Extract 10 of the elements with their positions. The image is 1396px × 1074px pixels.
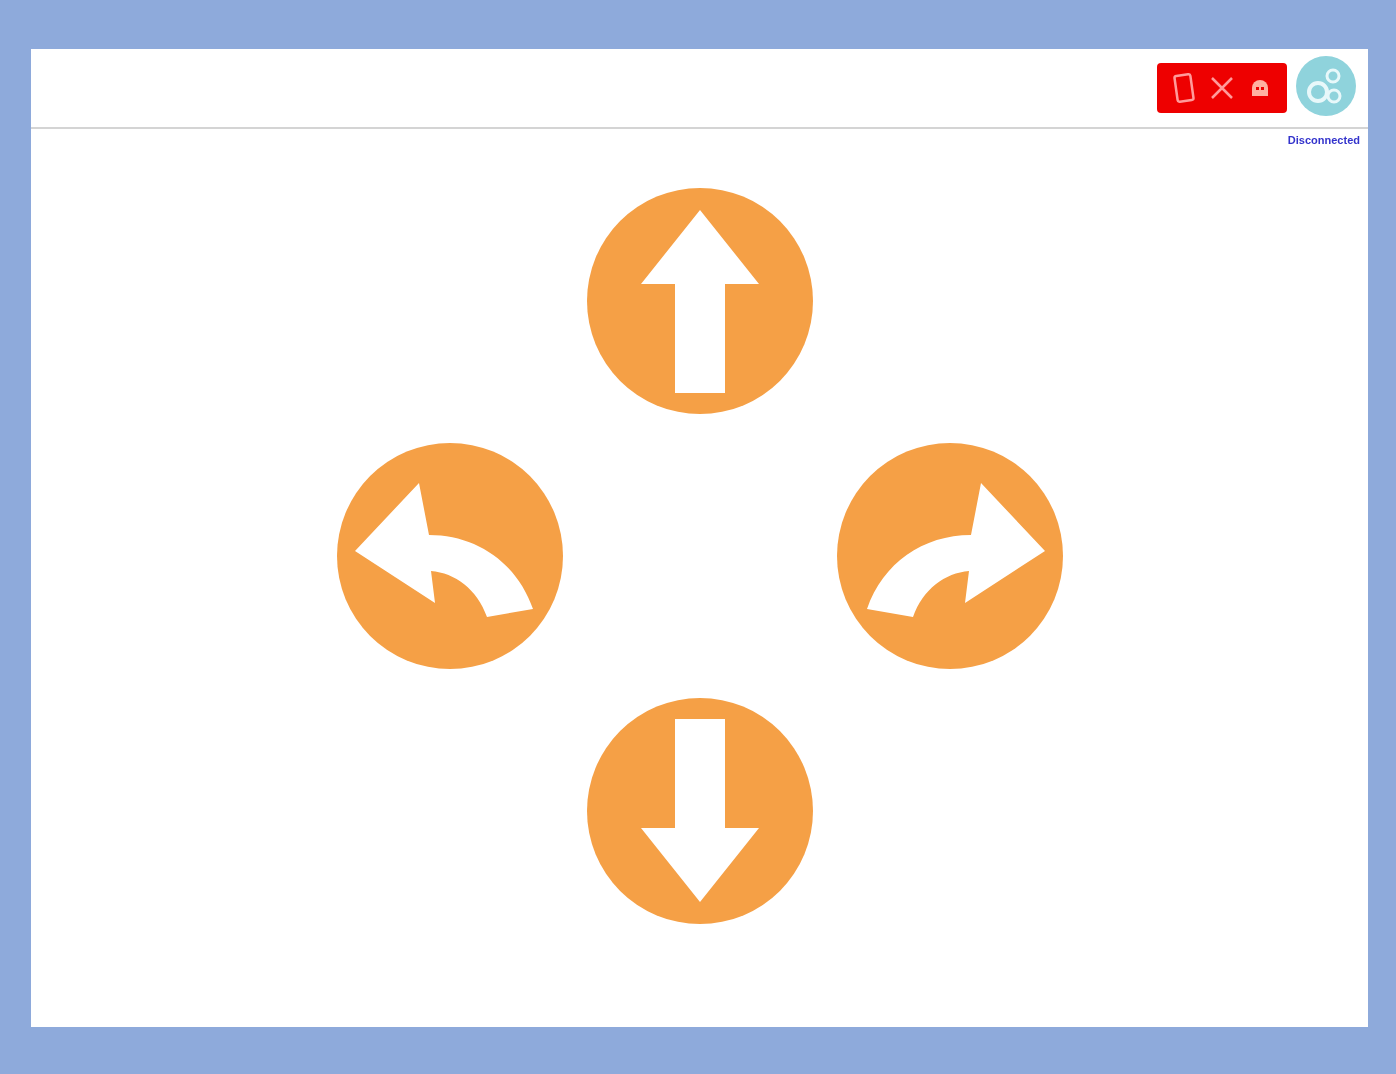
connection-status-text: Disconnected bbox=[1287, 135, 1360, 146]
phone-icon bbox=[1173, 73, 1195, 103]
up-arrow-button[interactable] bbox=[586, 188, 813, 414]
close-icon bbox=[1209, 75, 1235, 101]
turn-right-button[interactable] bbox=[836, 443, 1063, 669]
connection-status-badge[interactable] bbox=[1157, 63, 1287, 113]
settings-icon[interactable] bbox=[1296, 56, 1356, 116]
turn-left-button[interactable] bbox=[336, 443, 563, 669]
robot-icon bbox=[1249, 78, 1271, 98]
down-arrow-button[interactable] bbox=[586, 698, 813, 924]
